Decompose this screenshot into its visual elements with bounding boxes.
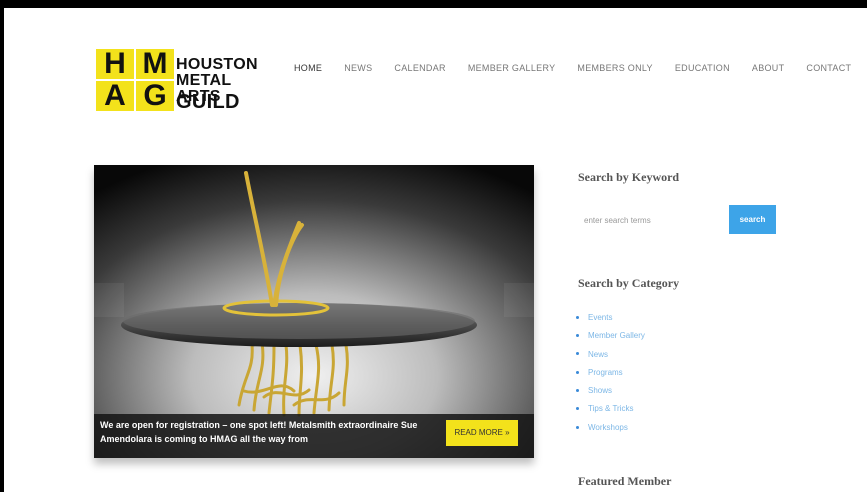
keyword-heading: Search by Keyword (578, 170, 680, 184)
bullet-icon (576, 425, 579, 429)
nav-education[interactable]: EDUCATION (675, 63, 730, 73)
nav-about[interactable]: ABOUT (752, 63, 785, 73)
bullet-icon (576, 389, 579, 393)
browser-frame: H M A G HOUSTON METAL ARTS GUILD HOME NE… (0, 0, 867, 492)
site-logo[interactable]: H M A G HOUSTON METAL ARTS GUILD (96, 49, 276, 117)
category-item[interactable]: Shows (576, 385, 645, 403)
nav-contact[interactable]: CONTACT (806, 63, 851, 73)
category-link-news[interactable]: News (588, 350, 608, 359)
nav-members-only[interactable]: MEMBERS ONLY (577, 63, 652, 73)
logo-letter-m: M (136, 49, 174, 79)
read-more-button[interactable]: READ MORE » (446, 420, 518, 446)
category-link-events[interactable]: Events (588, 313, 612, 322)
nav-member-gallery[interactable]: MEMBER GALLERY (468, 63, 556, 73)
category-item[interactable]: Programs (576, 367, 645, 385)
category-link-workshops[interactable]: Workshops (588, 423, 628, 432)
slider-prev-arrow[interactable] (94, 283, 124, 317)
search-input[interactable] (578, 207, 728, 233)
nav-news[interactable]: NEWS (344, 63, 372, 73)
category-link-tips-tricks[interactable]: Tips & Tricks (588, 404, 633, 413)
logo-letter-a: A (96, 81, 134, 111)
bullet-icon (576, 407, 579, 411)
category-item[interactable]: Tips & Tricks (576, 403, 645, 421)
main-nav: HOME NEWS CALENDAR MEMBER GALLERY MEMBER… (294, 63, 867, 73)
bullet-icon (576, 352, 579, 356)
hero-slider[interactable]: We are open for registration – one spot … (94, 165, 534, 458)
slider-next-arrow[interactable] (504, 283, 534, 317)
bullet-icon (576, 315, 579, 319)
nav-calendar[interactable]: CALENDAR (394, 63, 445, 73)
category-list: Events Member Gallery News Programs Show… (576, 312, 645, 440)
category-item[interactable]: Events (576, 312, 645, 330)
bullet-icon (576, 370, 579, 374)
category-item[interactable]: Workshops (576, 422, 645, 440)
category-link-shows[interactable]: Shows (588, 386, 612, 395)
category-link-programs[interactable]: Programs (588, 368, 623, 377)
category-link-member-gallery[interactable]: Member Gallery (588, 331, 645, 340)
nav-home[interactable]: HOME (294, 63, 322, 73)
category-item[interactable]: Member Gallery (576, 330, 645, 348)
featured-member-heading: Featured Member (578, 474, 672, 488)
logo-name-line-3: GUILD (176, 91, 240, 113)
bullet-icon (576, 334, 579, 338)
logo-letter-g: G (136, 81, 174, 111)
search-button[interactable]: search (729, 205, 776, 234)
category-heading: Search by Category (578, 276, 680, 290)
logo-letter-h: H (96, 49, 134, 79)
hero-caption-text: We are open for registration – one spot … (100, 420, 418, 444)
category-item[interactable]: News (576, 349, 645, 367)
logo-name-line-1: HOUSTON (176, 56, 258, 73)
hero-caption-bar: We are open for registration – one spot … (94, 414, 534, 458)
